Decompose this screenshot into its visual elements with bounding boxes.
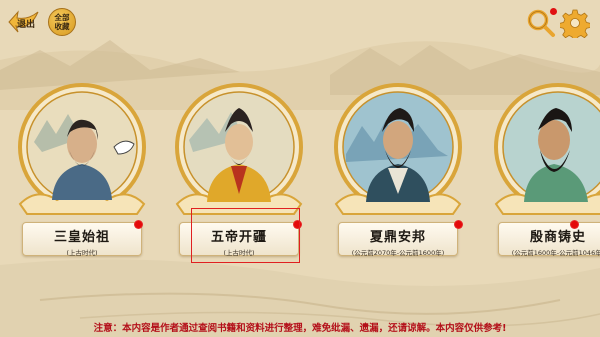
gear-icon[interactable] <box>560 8 590 38</box>
all-collection-button[interactable]: 全部收藏 <box>48 8 76 36</box>
exit-label: 退出 <box>17 20 36 30</box>
portrait-frame <box>494 83 600 215</box>
card-xia[interactable]: 夏鼎安邦 (公元前2070年-公元前1600年) <box>328 82 468 262</box>
card-shang[interactable]: 殷商铸史 (公元前1600年-公元前1046年) <box>488 82 600 262</box>
collection-label: 全部收藏 <box>54 13 70 31</box>
selection-highlight-box <box>191 208 300 263</box>
portrait-frame <box>18 83 146 215</box>
card-title-plate: 夏鼎安邦 (公元前2070年-公元前1600年) <box>338 222 458 257</box>
card-title-plate: 三皇始祖 (上古时代) <box>22 222 142 257</box>
card-title: 夏鼎安邦 <box>369 230 426 245</box>
card-title: 三皇始祖 <box>53 230 110 245</box>
new-badge-dot <box>134 220 143 229</box>
disclaimer-notice: 注意：本内容是作者通过查阅书籍和资料进行整理，难免纰漏、遗漏，还请谅解。本内容仅… <box>93 323 507 334</box>
new-badge-dot <box>570 220 579 229</box>
portrait-frame <box>334 83 462 215</box>
new-badge-dot <box>454 220 463 229</box>
card-era: (公元前1600年-公元前1046年) <box>511 249 600 257</box>
card-era: (上古时代) <box>66 249 98 257</box>
portrait-frame <box>175 83 303 215</box>
exit-button[interactable]: 退出 <box>8 8 42 36</box>
card-title-plate: 殷商铸史 (公元前1600年-公元前1046年) <box>498 222 600 257</box>
notification-dot <box>550 8 557 15</box>
card-sanhuang[interactable]: 三皇始祖 (上古时代) <box>12 82 152 262</box>
card-title: 殷商铸史 <box>529 230 586 245</box>
card-era: (公元前2070年-公元前1600年) <box>351 249 445 257</box>
